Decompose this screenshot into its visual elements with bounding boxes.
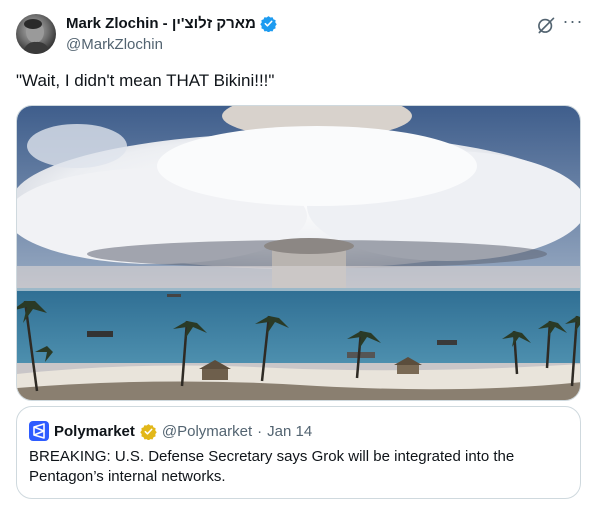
author-handle[interactable]: @MarkZlochin	[66, 36, 163, 53]
avatar[interactable]	[16, 14, 56, 54]
tweet-image[interactable]	[16, 105, 581, 401]
tweet-text: "Wait, I didn't mean THAT Bikini!!!"	[16, 71, 275, 90]
verified-badge-icon	[140, 423, 157, 440]
author-name[interactable]: Mark Zlochin - מארק זלוצ'ין	[66, 15, 256, 32]
more-icon[interactable]: ···	[562, 12, 584, 34]
grok-icon[interactable]	[536, 15, 556, 35]
quoted-tweet-header: Polymarket @Polymarket · Jan 14	[29, 421, 312, 441]
quoted-author-name: Polymarket	[54, 422, 135, 440]
separator-dot: ·	[257, 422, 263, 440]
polymarket-logo-icon[interactable]	[29, 421, 49, 441]
verified-badge-icon[interactable]	[260, 15, 277, 33]
quoted-author-handle: @Polymarket	[161, 422, 253, 440]
quoted-tweet-date: Jan 14	[267, 422, 313, 440]
quoted-tweet[interactable]: Polymarket @Polymarket · Jan 14 BREAKING…	[16, 406, 581, 499]
author-name-row: Mark Zlochin - מארק זלוצ'ין	[66, 15, 277, 33]
quoted-tweet-text: BREAKING: U.S. Defense Secretary says Gr…	[29, 448, 515, 485]
